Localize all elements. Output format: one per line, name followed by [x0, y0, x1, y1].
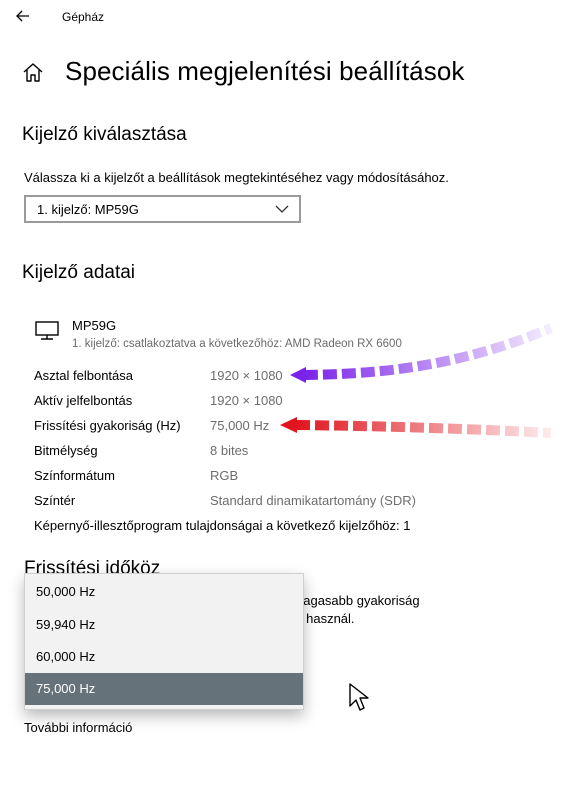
refresh-description-line1: nagasabb gyakoriság — [296, 593, 420, 608]
arrow-left-icon — [16, 10, 29, 22]
refresh-rate-dropdown-list[interactable]: 50,000 Hz 59,940 Hz 60,000 Hz 75,000 Hz — [24, 573, 304, 710]
refresh-option-59-94[interactable]: 59,940 Hz — [25, 609, 303, 641]
info-value-refresh-rate: 75,000 Hz — [210, 418, 270, 433]
home-icon — [22, 62, 46, 86]
refresh-option-75[interactable]: 75,000 Hz — [25, 673, 303, 705]
info-label-bit-depth: Bitmélység — [34, 443, 98, 458]
refresh-description-line2: s használ. — [296, 611, 355, 626]
more-info-link[interactable]: További információ — [24, 720, 132, 735]
info-label-active-signal: Aktív jelfelbontás — [34, 393, 133, 408]
display-select-dropdown[interactable]: 1. kijelző: MP59G — [24, 195, 301, 223]
mouse-cursor-icon — [349, 683, 369, 711]
info-value-color-space: Standard dinamikatartomány (SDR) — [210, 493, 416, 508]
window-title: Gépház — [62, 10, 105, 24]
section-heading-select-display: Kijelző kiválasztása — [22, 124, 187, 145]
page-title: Speciális megjelenítési beállítások — [65, 56, 465, 86]
display-adapter-properties-link[interactable]: Képernyő-illesztőprogram tulajdonságai a… — [34, 518, 411, 533]
info-label-color-space: Színtér — [34, 493, 76, 508]
monitor-icon — [34, 320, 60, 342]
monitor-name: MP59G — [72, 318, 117, 333]
info-value-desktop-resolution: 1920 × 1080 — [210, 368, 283, 383]
back-button[interactable] — [11, 6, 35, 26]
info-label-desktop-resolution: Asztal felbontása — [34, 368, 134, 383]
info-value-bit-depth: 8 bites — [210, 443, 249, 458]
select-display-description: Válassza ki a kijelzőt a beállítások meg… — [24, 170, 449, 185]
chevron-down-icon — [275, 205, 289, 213]
refresh-option-60[interactable]: 60,000 Hz — [25, 641, 303, 673]
display-select-value: 1. kijelző: MP59G — [37, 202, 139, 217]
info-label-refresh-rate: Frissítési gyakoriság (Hz) — [34, 418, 181, 433]
info-label-color-format: Színformátum — [34, 468, 115, 483]
section-heading-display-info: Kijelző adatai — [22, 262, 136, 283]
info-value-active-signal: 1920 × 1080 — [210, 393, 283, 408]
refresh-option-50[interactable]: 50,000 Hz — [25, 576, 303, 608]
info-value-color-format: RGB — [210, 468, 239, 483]
red-annotation-arrow — [280, 417, 552, 438]
